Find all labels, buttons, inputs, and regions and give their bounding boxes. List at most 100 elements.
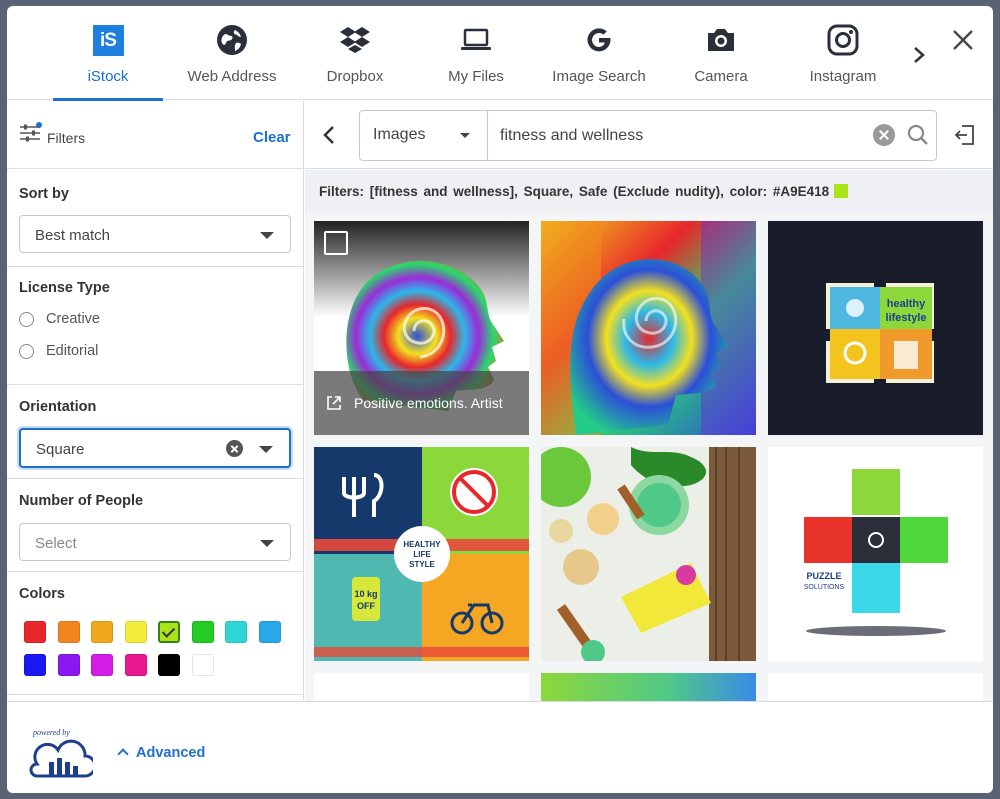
instagram-icon — [826, 23, 860, 57]
advanced-label: Advanced — [136, 745, 206, 761]
color-swatch[interactable] — [57, 621, 80, 643]
media-type-value: Images — [373, 126, 426, 143]
color-swatch[interactable] — [124, 621, 147, 643]
tab-label: Web Address — [187, 68, 277, 85]
color-swatch[interactable] — [24, 654, 46, 676]
tab-label: My Files — [448, 68, 504, 85]
radio-circle — [19, 312, 34, 327]
result-thumbnail[interactable] — [541, 673, 756, 701]
color-swatch[interactable] — [91, 654, 113, 676]
sort-select[interactable]: Best match — [19, 215, 291, 253]
sliders-icon — [19, 122, 43, 144]
tab-web-address[interactable]: Web Address — [173, 6, 291, 100]
camera-icon — [704, 23, 738, 57]
sort-section: Sort by Best match — [7, 170, 303, 267]
chevron-up-icon — [117, 748, 129, 760]
infographic-text: LIFE — [413, 550, 431, 559]
license-section: License Type Creative Editorial — [7, 268, 303, 385]
tab-image-search[interactable]: Image Search — [543, 6, 655, 100]
orientation-value: Square — [36, 441, 85, 458]
media-type-select[interactable]: Images — [360, 111, 488, 160]
infographic-text: STYLE — [409, 560, 435, 569]
search-icon[interactable] — [906, 123, 930, 147]
result-thumbnail[interactable]: healthy lifestyle — [768, 221, 983, 435]
result-thumbnail[interactable] — [541, 447, 756, 661]
active-filters-text: Filters: [fitness and wellness], Square,… — [319, 184, 849, 199]
people-select[interactable]: Select — [19, 523, 291, 561]
radio-label: Creative — [46, 311, 100, 327]
color-swatch[interactable] — [24, 621, 46, 643]
caption-text: Positive emotions. Artist — [354, 395, 503, 411]
istock-logo-icon: iS — [91, 23, 125, 57]
orientation-section: Orientation Square — [7, 386, 303, 479]
filters-title: Filters — [47, 130, 86, 146]
colors-title: Colors — [19, 586, 65, 602]
search-toolbar: Images — [305, 101, 993, 169]
orientation-select[interactable]: Square — [19, 428, 291, 468]
search-bar: Images — [359, 110, 937, 161]
clear-search-icon[interactable] — [873, 124, 895, 146]
chevron-right-icon[interactable] — [907, 40, 931, 70]
result-thumbnail[interactable] — [541, 221, 756, 435]
tab-camera[interactable]: Camera — [673, 6, 769, 100]
infographic-text: HEALTHY — [403, 540, 441, 549]
caret-down-icon — [260, 232, 274, 239]
tab-istock[interactable]: iS iStock — [53, 6, 163, 101]
file-picker-dialog: iS iStock Web Address Dropbox My Files I… — [7, 6, 993, 793]
color-swatch[interactable] — [91, 621, 113, 643]
checkmark-icon — [161, 624, 176, 638]
select-checkbox[interactable] — [324, 231, 348, 255]
filters-header: Filters Clear — [7, 101, 303, 169]
puzzle-text-line: lifestyle — [886, 312, 927, 324]
result-thumbnail[interactable]: HEALTHY LIFE STYLE 10 kg OFF — [314, 447, 529, 661]
powered-by-text: powered by — [33, 728, 70, 737]
radio-label: Editorial — [46, 343, 99, 359]
footer: powered by Advanced — [7, 701, 993, 793]
close-icon[interactable] — [949, 26, 977, 54]
people-section: Number of People Select — [7, 480, 303, 572]
filters-prefix: Filters: — [319, 184, 365, 199]
sign-out-icon[interactable] — [953, 123, 977, 147]
search-input[interactable] — [490, 119, 860, 152]
tab-label: Camera — [694, 68, 748, 85]
caret-down-icon — [260, 540, 274, 547]
color-swatch[interactable] — [191, 621, 214, 643]
result-thumbnail[interactable]: PUZZLE SOLUTIONS — [768, 447, 983, 661]
tab-my-files[interactable]: My Files — [423, 6, 529, 100]
sort-value: Best match — [35, 227, 111, 244]
globe-icon — [215, 23, 249, 57]
external-link-icon[interactable] — [326, 395, 342, 411]
color-swatch[interactable] — [124, 654, 147, 676]
thumbnail-caption: Positive emotions. Artist — [314, 371, 529, 435]
active-filters-bar: Filters: [fitness and wellness], Square,… — [305, 170, 993, 213]
sort-title: Sort by — [19, 186, 69, 202]
color-swatch[interactable] — [158, 621, 180, 643]
color-chip — [834, 184, 849, 198]
source-tabs: iS iStock Web Address Dropbox My Files I… — [7, 6, 993, 101]
laptop-icon — [459, 23, 493, 57]
colors-section: Colors — [7, 573, 303, 695]
filters-sidebar: Filters Clear Sort by Best match License… — [7, 101, 304, 701]
clear-circle-icon[interactable] — [226, 440, 243, 457]
color-swatch[interactable] — [258, 621, 281, 643]
puzzle-text-line: PUZZLE — [807, 571, 842, 581]
color-swatch[interactable] — [57, 654, 80, 676]
color-swatch[interactable] — [225, 621, 247, 643]
color-swatch[interactable] — [191, 654, 214, 676]
tab-instagram[interactable]: Instagram — [797, 6, 889, 100]
results-grid: Positive emotions. Artist healthy lifest… — [305, 213, 993, 701]
caret-down-icon — [259, 446, 273, 453]
result-thumbnail[interactable]: Positive emotions. Artist — [314, 221, 529, 435]
result-thumbnail[interactable] — [314, 673, 529, 701]
color-swatch[interactable] — [158, 654, 180, 676]
radio-circle — [19, 344, 34, 359]
result-thumbnail[interactable] — [768, 673, 983, 701]
chevron-left-icon[interactable] — [319, 123, 341, 147]
tab-label: Dropbox — [326, 68, 384, 85]
infographic-text: OFF — [357, 601, 375, 611]
tab-dropbox[interactable]: Dropbox — [301, 6, 409, 100]
advanced-button[interactable]: Advanced — [117, 745, 206, 761]
orientation-title: Orientation — [19, 399, 97, 415]
people-title: Number of People — [19, 493, 144, 509]
clear-filters-button[interactable]: Clear — [253, 129, 291, 146]
